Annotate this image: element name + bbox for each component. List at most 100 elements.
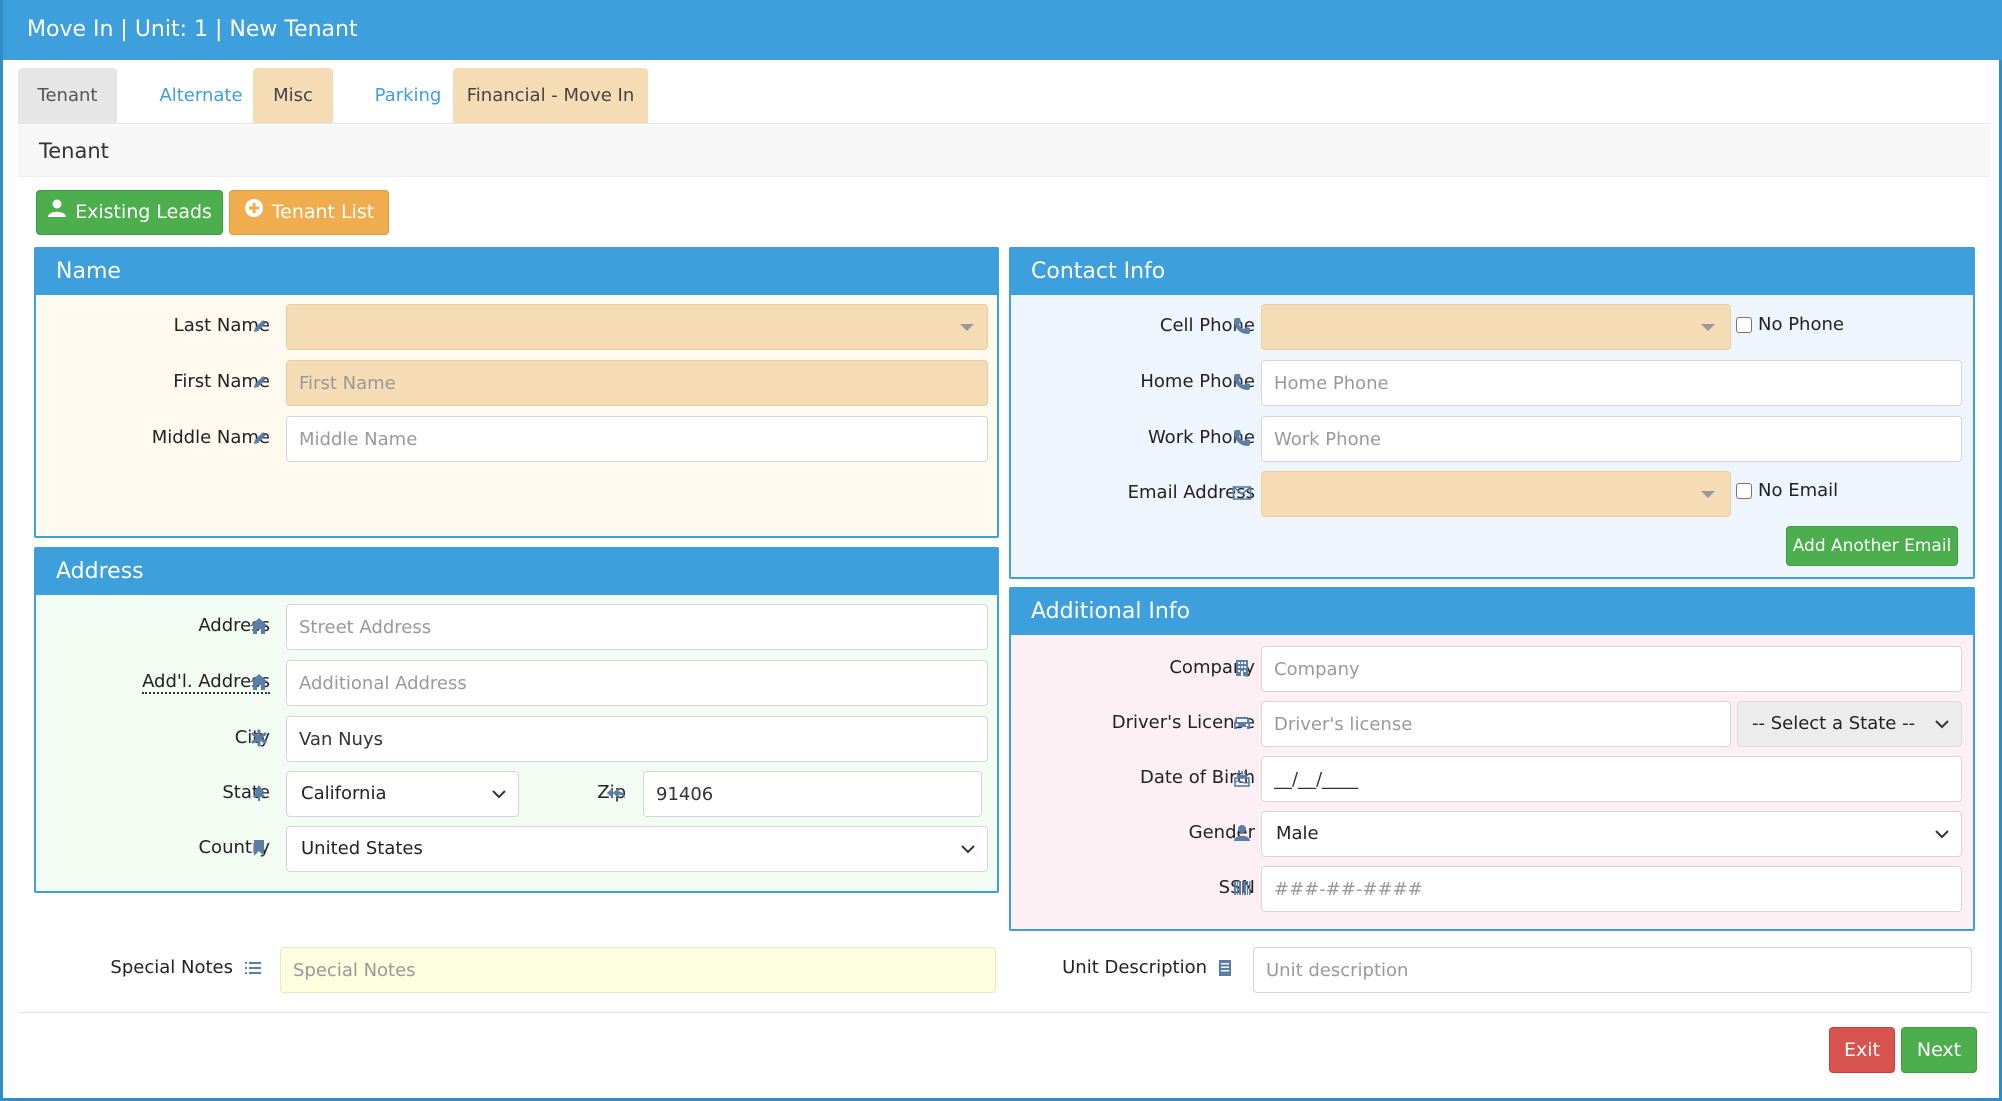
no-email-label: No Email [1758,480,1839,501]
chevron-down-icon [1935,812,1949,856]
contact-panel: Contact Info Cell Phone No Phone Home Ph… [1009,247,1975,579]
first-name-input[interactable] [286,360,988,406]
tenant-list-button[interactable]: Tenant List [229,190,389,235]
address-panel: Address Address Add'l. Address City Stat… [34,547,999,893]
drivers-license-input[interactable] [1261,701,1731,747]
building-icon [1232,658,1252,678]
phone-icon [1232,428,1252,448]
country-label: Country [198,837,270,858]
address-label: Address [198,615,270,636]
barcode-icon [1232,878,1252,898]
company-label: Company [1169,657,1255,678]
pencil-icon [250,428,270,448]
country-select[interactable]: United States [286,826,988,872]
name-panel-title: Name [36,249,997,295]
bookmark-icon [249,838,269,858]
document-icon [1215,958,1235,978]
special-notes-label: Special Notes [110,957,233,978]
window-title: Move In | Unit: 1 | New Tenant [3,0,2002,60]
additional-info-panel: Additional Info Company Driver's License… [1009,587,1975,931]
phone-icon [1232,316,1252,336]
chevron-down-icon [1701,324,1715,331]
cake-icon [1232,768,1252,788]
street-address-input[interactable] [286,604,988,650]
no-email-checkbox[interactable]: No Email [1736,480,1838,501]
tab-alternate[interactable]: Alternate [136,68,266,123]
work-phone-label: Work Phone [1147,427,1255,448]
section-title: Tenant [18,125,1990,177]
city-label: City [234,727,270,748]
next-button[interactable]: Next [1901,1027,1977,1073]
date-of-birth-input[interactable] [1261,756,1962,802]
chevron-down-icon [492,772,506,816]
drivers-license-label: Driver's License [1111,712,1255,733]
license-state-value: -- Select a State -- [1752,713,1916,734]
last-name-combobox[interactable] [286,304,988,350]
special-notes-input[interactable] [280,947,996,993]
chevron-down-icon [1701,491,1715,498]
envelope-icon [1232,483,1252,503]
unit-description-input[interactable] [1253,947,1972,993]
gender-select-value: Male [1276,823,1319,844]
exit-button[interactable]: Exit [1829,1027,1895,1073]
email-label: Email Address [1127,482,1255,503]
date-of-birth-label: Date of Birth [1139,767,1255,788]
footer-divider [18,1012,1990,1013]
ssn-label: SSN [1218,877,1255,898]
no-phone-checkbox[interactable]: No Phone [1736,314,1844,335]
last-name-label: Last Name [173,315,270,336]
pencil-icon [250,372,270,392]
list-icon [243,958,263,978]
additional-address-input[interactable] [286,660,988,706]
middle-name-label: Middle Name [151,427,270,448]
unit-description-label: Unit Description [1062,957,1207,978]
chevron-down-icon [961,827,975,871]
checkbox-box[interactable] [1736,482,1752,499]
state-label: State [222,782,270,803]
state-select[interactable]: California [286,771,519,817]
addl-address-label: Add'l. Address [142,671,270,694]
name-panel: Name Last Name First Name Middle Name [34,247,999,538]
gender-select[interactable]: Male [1261,811,1962,857]
cell-phone-label: Cell Phone [1159,315,1255,336]
phone-icon [1232,372,1252,392]
cell-phone-combobox[interactable] [1261,304,1731,350]
existing-leads-button[interactable]: Existing Leads [36,190,223,235]
first-name-label: First Name [173,371,270,392]
additional-info-title: Additional Info [1011,589,1973,635]
tree-icon [249,783,269,803]
middle-name-input[interactable] [286,416,988,462]
asterisk-icon [249,728,269,748]
home-phone-label: Home Phone [1140,371,1255,392]
user-icon [1232,823,1252,843]
email-combobox[interactable] [1261,471,1731,517]
state-select-value: California [301,783,387,804]
company-input[interactable] [1261,646,1962,692]
reply-all-icon [606,783,626,803]
existing-leads-label: Existing Leads [75,201,212,223]
chevron-down-icon [960,324,974,331]
tab-parking[interactable]: Parking [348,68,468,123]
gender-label: Gender [1188,822,1255,843]
tab-bar: Tenant Alternate Misc Parking Financial … [18,68,1990,124]
city-input[interactable] [286,716,988,762]
work-phone-input[interactable] [1261,416,1962,462]
zip-input[interactable] [643,771,982,817]
user-icon [47,191,67,234]
checkbox-box[interactable] [1736,316,1752,333]
contact-panel-title: Contact Info [1011,249,1973,295]
home-icon [249,616,269,636]
ssn-input[interactable] [1261,866,1962,912]
plus-circle-icon [244,191,264,234]
tab-misc[interactable]: Misc [253,68,333,123]
tab-tenant[interactable]: Tenant [18,68,117,123]
home-phone-input[interactable] [1261,360,1962,406]
tenant-list-label: Tenant List [271,201,375,223]
license-state-select[interactable]: -- Select a State -- [1737,701,1962,747]
no-phone-label: No Phone [1758,314,1844,335]
tab-financial-move-in[interactable]: Financial - Move In [453,68,648,123]
move-in-window: Move In | Unit: 1 | New Tenant Tenant Al… [0,0,2002,1101]
pencil-icon [250,316,270,336]
add-another-email-button[interactable]: Add Another Email [1786,526,1958,566]
country-select-value: United States [301,838,423,859]
